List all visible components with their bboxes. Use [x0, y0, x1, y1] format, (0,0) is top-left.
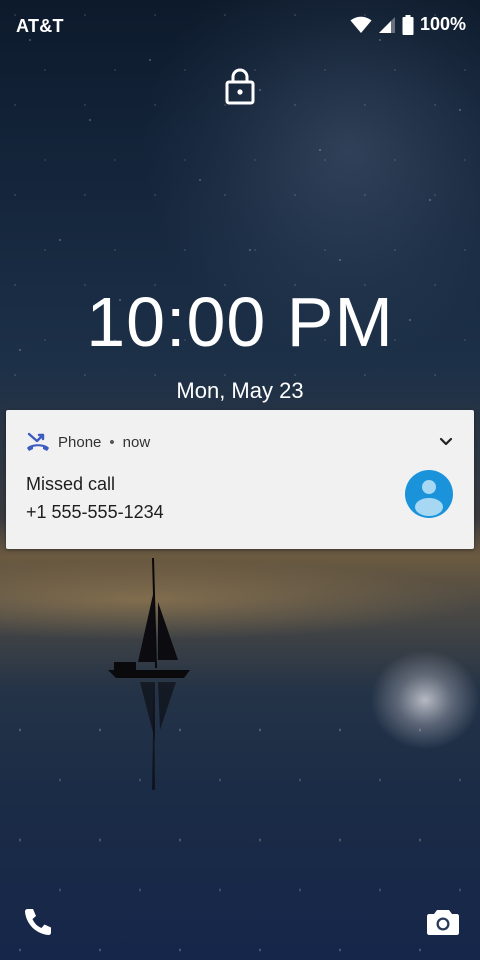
wallpaper-horizon	[0, 560, 480, 640]
wallpaper-water	[0, 700, 480, 960]
carrier-label: AT&T	[16, 16, 64, 36]
notification-text: +1 555-555-1234	[26, 502, 164, 522]
lockscreen-clock: 10:00 PM	[86, 283, 394, 361]
lock-icon[interactable]	[224, 66, 256, 106]
lockscreen-date: Mon, May 23	[176, 378, 304, 403]
battery-percentage: 100%	[419, 14, 466, 34]
missed-call-notification[interactable]: Phone • now Missed call +1 555-555-1234	[6, 410, 474, 549]
missed-call-icon	[27, 432, 49, 451]
notification-title: Missed call	[26, 474, 116, 494]
wallpaper-sailboat	[108, 557, 190, 790]
notification-separator: •	[109, 433, 115, 451]
notification-app-name: Phone	[58, 433, 102, 451]
notification-header: Phone • now	[26, 432, 150, 452]
status-bar: AT&T 100%	[0, 0, 480, 54]
battery-icon	[402, 14, 414, 35]
camera-icon[interactable]	[426, 906, 460, 938]
status-icons: 100%	[350, 14, 466, 35]
notification-time: now	[122, 433, 151, 451]
lock-screen: AT&T 100% 10:00 PM Mon, May 23 Phone • n…	[0, 0, 480, 960]
cellular-signal-icon	[378, 16, 395, 33]
chevron-down-icon[interactable]	[438, 434, 454, 450]
contact-avatar-icon	[405, 470, 453, 518]
wifi-icon	[350, 16, 372, 33]
phone-icon[interactable]	[22, 906, 54, 938]
